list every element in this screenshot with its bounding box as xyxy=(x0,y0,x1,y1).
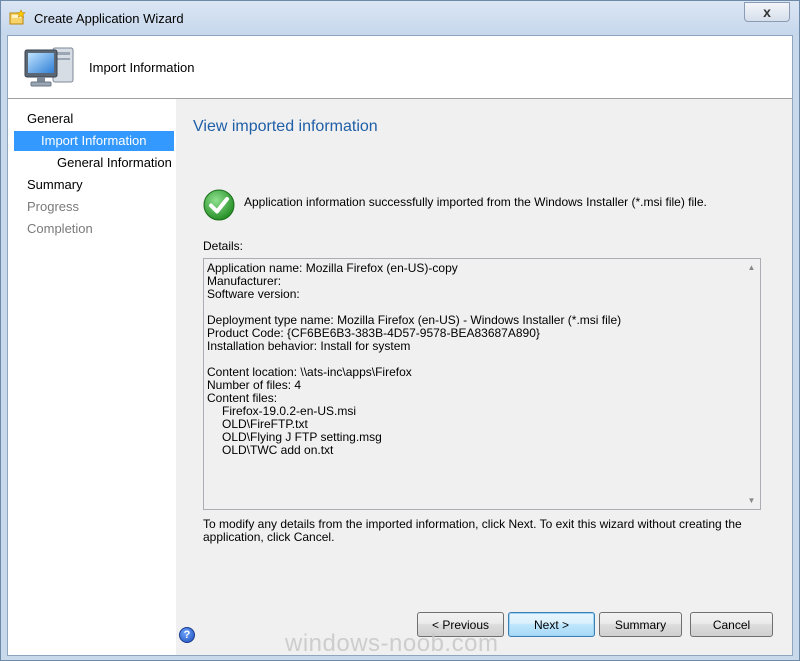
wizard-navigation: General Import Information General Infor… xyxy=(8,99,176,655)
nav-item-general-information[interactable]: General Information xyxy=(57,153,172,173)
detail-line: Software version: xyxy=(207,287,300,301)
help-icon[interactable]: ? xyxy=(179,627,195,643)
scroll-up-icon[interactable]: ▲ xyxy=(743,259,760,276)
window-title: Create Application Wizard xyxy=(34,11,184,26)
nav-item-completion: Completion xyxy=(27,221,93,236)
nav-item-summary[interactable]: Summary xyxy=(27,175,83,195)
next-button[interactable]: Next > xyxy=(508,612,595,637)
details-textbox[interactable]: Application name: Mozilla Firefox (en-US… xyxy=(203,258,761,510)
close-button[interactable]: x xyxy=(744,2,790,22)
nav-item-progress: Progress xyxy=(27,199,80,214)
details-content: Application name: Mozilla Firefox (en-US… xyxy=(207,262,742,457)
detail-line: Number of files: 4 xyxy=(207,378,302,392)
detail-line: Application name: Mozilla Firefox (en-US… xyxy=(207,261,458,275)
vertical-scrollbar[interactable]: ▲ ▼ xyxy=(743,259,760,509)
page-title: View imported information xyxy=(193,118,378,135)
details-label: Details: xyxy=(203,239,244,253)
cancel-button[interactable]: Cancel xyxy=(690,612,773,637)
close-icon: x xyxy=(763,4,771,20)
wizard-window: Create Application Wizard x Import Infor… xyxy=(0,0,800,661)
instruction-text: To modify any details from the imported … xyxy=(203,517,742,544)
wizard-icon xyxy=(9,9,26,25)
computer-icon xyxy=(24,47,74,87)
watermark-text: windows-noob.com xyxy=(285,630,499,657)
content-file-item: OLD\TWC add on.txt xyxy=(222,443,334,457)
nav-item-import-information[interactable]: Import Information xyxy=(14,131,174,151)
title-bar: Create Application Wizard x xyxy=(1,1,799,35)
content-pane: View imported information Application in… xyxy=(176,99,792,655)
summary-button[interactable]: Summary xyxy=(599,612,682,637)
success-message: Application information successfully imp… xyxy=(244,195,707,209)
nav-item-general[interactable]: General xyxy=(27,109,73,129)
wizard-header: Import Information xyxy=(8,36,792,99)
detail-line: Installation behavior: Install for syste… xyxy=(207,339,411,353)
header-title: Import Information xyxy=(89,60,195,75)
wizard-body: Import Information General Import Inform… xyxy=(7,35,793,656)
check-icon xyxy=(203,189,235,221)
scroll-down-icon[interactable]: ▼ xyxy=(743,492,760,509)
